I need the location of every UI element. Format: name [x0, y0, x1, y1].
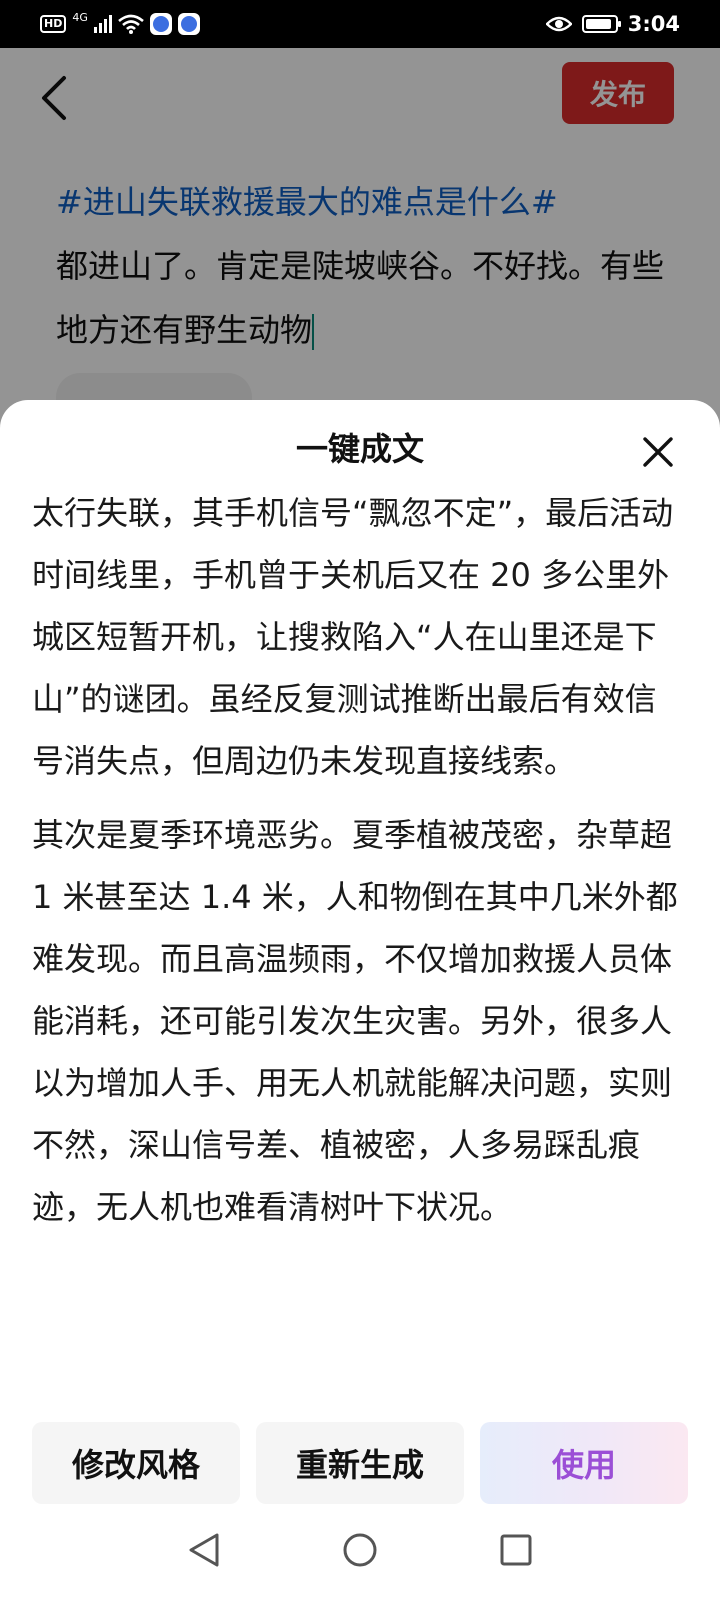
- one-click-article-sheet: 一键成文 太行失联，其手机信号“飘忽不定”，最后活动时间线里，手机曾于关机后又在…: [0, 400, 720, 1600]
- article-paragraph: 太行失联，其手机信号“飘忽不定”，最后活动时间线里，手机曾于关机后又在 20 多…: [32, 494, 674, 780]
- status-bar: HD 4G 3:04: [0, 0, 720, 48]
- eye-icon: [545, 16, 572, 32]
- nav-recents-button[interactable]: [496, 1530, 536, 1570]
- sheet-actions: 修改风格 重新生成 使用: [32, 1422, 688, 1504]
- app-notification-icon: [149, 13, 172, 35]
- square-recents-icon: [500, 1534, 532, 1566]
- app-notification-icon: [177, 13, 200, 35]
- battery-fill: [585, 19, 611, 29]
- use-button[interactable]: 使用: [480, 1422, 688, 1504]
- modify-style-button[interactable]: 修改风格: [32, 1422, 240, 1504]
- close-button[interactable]: [636, 430, 680, 474]
- network-type-label: 4G: [72, 11, 88, 24]
- generated-article: 太行失联，其手机信号“飘忽不定”，最后活动时间线里，手机曾于关机后又在 20 多…: [32, 482, 688, 1250]
- nav-back-button[interactable]: [184, 1530, 224, 1570]
- status-right: 3:04: [545, 12, 680, 36]
- circle-home-icon: [343, 1533, 377, 1567]
- nav-home-button[interactable]: [340, 1530, 380, 1570]
- status-left: HD 4G: [40, 11, 546, 35]
- system-nav-bar: [0, 1500, 720, 1600]
- clock: 3:04: [627, 12, 680, 36]
- sheet-title: 一键成文: [295, 430, 424, 468]
- battery-icon: [581, 15, 621, 33]
- article-paragraph: 其次是夏季环境恶劣。夏季植被茂密，杂草超 1 米甚至达 1.4 米，人和物倒在其…: [32, 816, 678, 1226]
- close-icon: [643, 437, 673, 467]
- screen: HD 4G 3:04 发布 #进山失联救援最大的难点是什么# 都进山了。肯定是陡…: [0, 0, 720, 1600]
- triangle-back-icon: [189, 1533, 219, 1567]
- wifi-icon: [118, 14, 144, 34]
- signal-icon: [93, 15, 112, 33]
- hd-badge: HD: [40, 15, 67, 33]
- regenerate-button[interactable]: 重新生成: [256, 1422, 464, 1504]
